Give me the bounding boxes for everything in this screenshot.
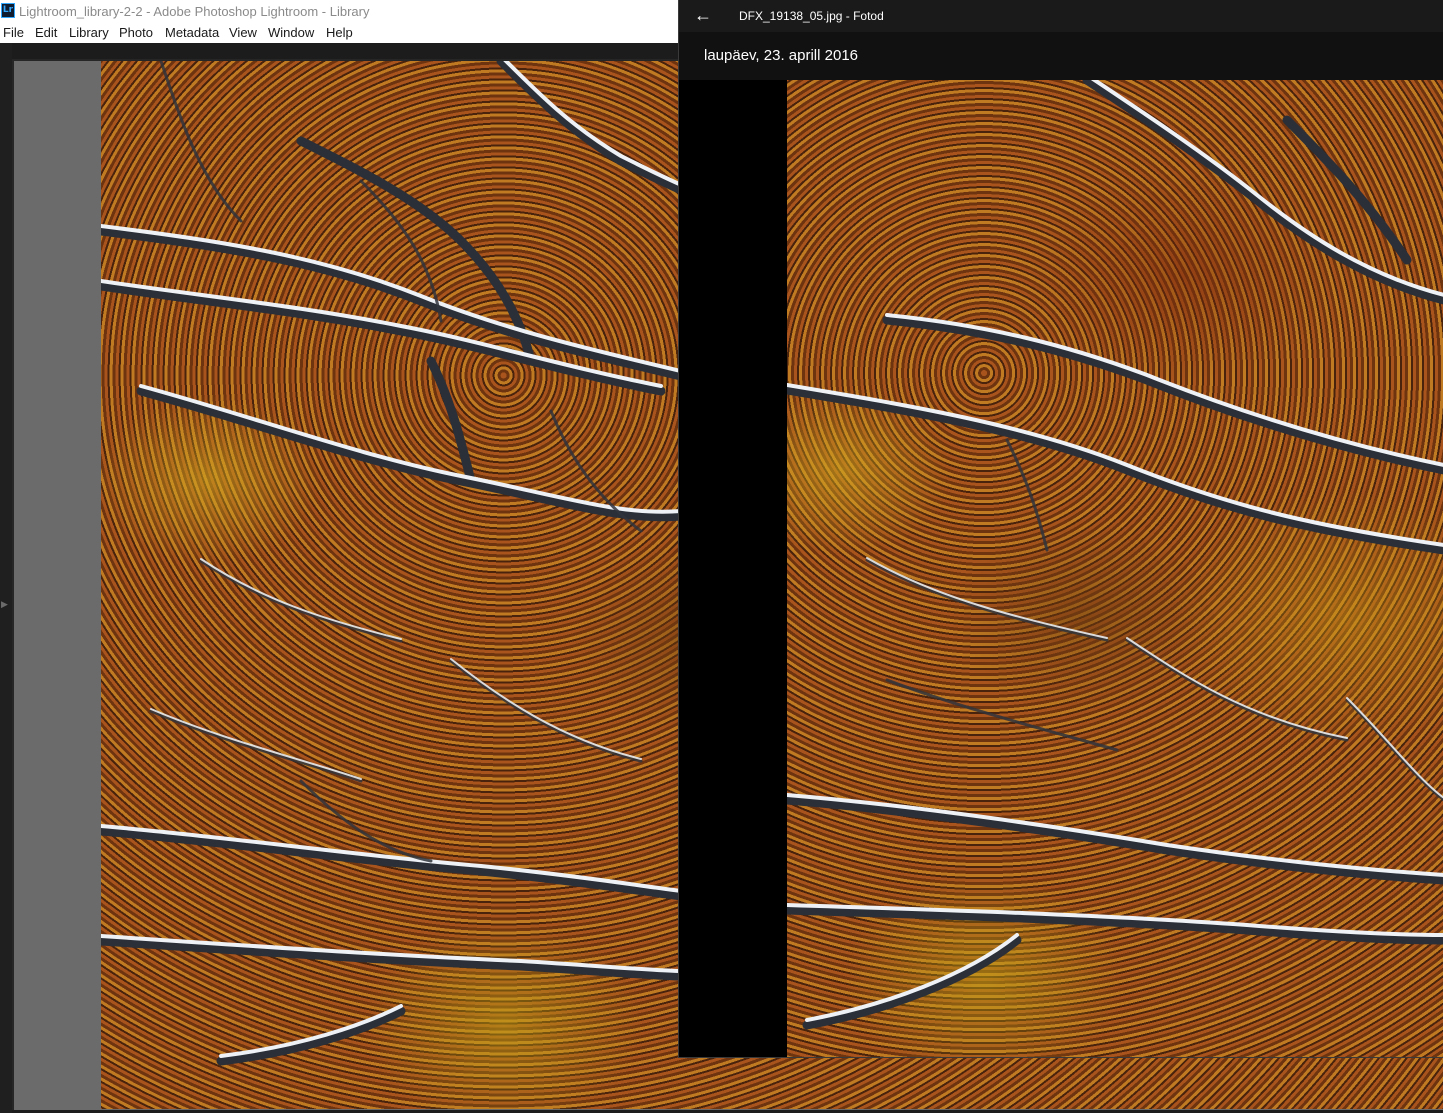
photo-date: laupäev, 23. aprill 2016 — [704, 47, 858, 64]
photos-info-bar: laupäev, 23. aprill 2016 — [679, 32, 1443, 80]
left-panel-collapsed[interactable]: ▶ — [0, 43, 12, 1113]
menu-photo[interactable]: Photo — [119, 25, 153, 40]
photos-app-window: ← DFX_19138_05.jpg - Fotod laupäev, 23. … — [678, 0, 1443, 1058]
menu-library[interactable]: Library — [69, 25, 109, 40]
snowy-branches — [787, 80, 1443, 1030]
lightroom-app-icon[interactable]: Lr — [1, 3, 15, 18]
window-title: Lightroom_library-2-2 - Adobe Photoshop … — [19, 4, 370, 19]
menu-file[interactable]: File — [3, 25, 24, 40]
back-arrow-icon[interactable]: ← — [691, 5, 715, 27]
triangle-right-icon[interactable]: ▶ — [1, 599, 8, 610]
photos-title-bar[interactable]: ← DFX_19138_05.jpg - Fotod — [679, 0, 1443, 32]
photos-window-title: DFX_19138_05.jpg - Fotod — [739, 9, 884, 23]
menu-view[interactable]: View — [229, 25, 257, 40]
menu-edit[interactable]: Edit — [35, 25, 57, 40]
photos-app-photo[interactable] — [787, 80, 1443, 1057]
menu-help[interactable]: Help — [326, 25, 353, 40]
menu-metadata[interactable]: Metadata — [165, 25, 219, 40]
menu-window[interactable]: Window — [268, 25, 314, 40]
